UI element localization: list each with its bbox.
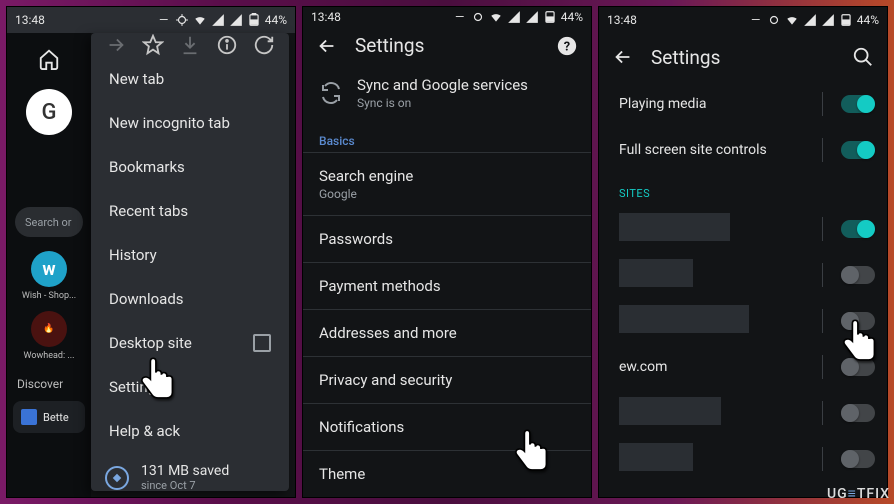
status-battery: 44% [561,10,583,24]
menu-desktop-site[interactable]: Desktop site [91,321,289,365]
panel-1-chrome-menu: 13:48 — 44% [6,6,296,498]
toggle-switch[interactable] [841,312,875,330]
settings-header: Settings ? [303,27,591,64]
checkbox-icon[interactable] [253,334,271,352]
signal-icon [507,10,521,24]
row-fullscreen-controls[interactable]: Full screen site controls [599,127,887,173]
wifi-icon [785,13,799,27]
back-icon[interactable] [315,34,339,58]
setting-privacy[interactable]: Privacy and security [303,356,591,403]
setting-payment-methods[interactable]: Payment methods [303,262,591,309]
status-bar: 13:48 — 44% [599,7,887,33]
download-icon[interactable] [178,33,202,57]
search-input[interactable]: Search or [15,207,83,237]
svg-text:?: ? [564,39,570,54]
menu-settings[interactable]: Settings [91,365,289,409]
battery-icon [839,13,853,27]
star-icon[interactable] [141,33,165,57]
dash-icon: — [157,13,171,27]
signal-icon [803,13,817,27]
data-saver-icon [105,466,129,490]
refresh-icon[interactable] [252,33,276,57]
panel-2-settings: 13:48 — 44% Settings ? [302,6,592,498]
setting-notifications[interactable]: Notifications [303,403,591,450]
menu-downloads[interactable]: Downloads [91,277,289,321]
watermark: UG≡TFIX [827,485,890,502]
status-battery: 44% [265,13,287,27]
chrome-background: G Search or w Wish - Shop... 🔥 Wowhead: … [7,33,91,497]
wifi-icon [193,13,207,27]
site-row[interactable] [599,206,887,252]
app-tile-wish[interactable]: w Wish - Shop... [14,251,84,301]
section-sites: SITES [599,173,887,206]
menu-help[interactable]: Help & ack [91,409,289,453]
signal-icon [211,13,225,27]
status-time: 13:48 [15,13,45,27]
toggle-switch[interactable] [841,450,875,468]
toggle-switch[interactable] [841,220,875,238]
site-row[interactable] [599,390,887,436]
help-icon[interactable]: ? [555,34,579,58]
setting-addresses[interactable]: Addresses and more [303,309,591,356]
signal2-icon [525,10,539,24]
toggle-switch[interactable] [841,266,875,284]
status-battery: 44% [857,13,879,27]
chrome-overflow-menu: New tab New incognito tab Bookmarks Rece… [91,33,289,491]
location-icon [175,13,189,27]
sync-icon [319,81,343,105]
toggle-switch[interactable] [841,358,875,376]
discover-card[interactable]: Bette [13,401,85,433]
status-icons: — 44% [157,13,287,27]
page-title: Settings [651,46,835,69]
menu-recent-tabs[interactable]: Recent tabs [91,189,289,233]
row-playing-media[interactable]: Playing media [599,81,887,127]
signal2-icon [229,13,243,27]
battery-icon [247,13,261,27]
dash-icon: — [453,10,467,24]
forward-icon[interactable] [104,33,128,57]
toggle-switch[interactable] [841,404,875,422]
menu-icon-row [91,33,289,57]
signal2-icon [821,13,835,27]
discover-label: Discover [7,377,63,391]
settings-header: Settings [599,33,887,81]
status-bar: 13:48 — 44% [303,7,591,27]
status-time: 13:48 [311,10,341,24]
site-row[interactable] [599,298,887,344]
toggle-switch[interactable] [841,95,875,113]
menu-history[interactable]: History [91,233,289,277]
location-icon [767,13,781,27]
site-row-ew[interactable]: ew.com [599,344,887,390]
page-title: Settings [355,34,539,57]
toggle-switch[interactable] [841,141,875,159]
site-row[interactable] [599,436,887,482]
setting-theme[interactable]: Theme [303,450,591,497]
setting-passwords[interactable]: Passwords [303,215,591,262]
status-time: 13:48 [607,13,637,27]
location-icon [471,10,485,24]
menu-new-incognito[interactable]: New incognito tab [91,101,289,145]
wifi-icon [489,10,503,24]
search-icon[interactable] [851,45,875,69]
status-bar: 13:48 — 44% [7,7,295,33]
app-tile-wowhead[interactable]: 🔥 Wowhead: ... [14,311,84,361]
dash-icon: — [749,13,763,27]
battery-icon [543,10,557,24]
status-icons: — 44% [749,13,879,27]
home-icon[interactable] [37,47,61,71]
menu-bookmarks[interactable]: Bookmarks [91,145,289,189]
menu-data-saved[interactable]: 131 MB saved since Oct 7 [91,453,289,491]
setting-search-engine[interactable]: Search engine Google [303,152,591,215]
section-basics: Basics [303,122,591,152]
site-row[interactable] [599,252,887,298]
google-logo: G [26,89,72,135]
status-icons: — 44% [453,10,583,24]
setting-sync[interactable]: Sync and Google services Sync is on [303,64,591,122]
info-icon[interactable] [215,33,239,57]
menu-new-tab[interactable]: New tab [91,57,289,101]
back-icon[interactable] [611,45,635,69]
panel-3-site-settings: 13:48 — 44% Settings Playing media [598,6,888,498]
